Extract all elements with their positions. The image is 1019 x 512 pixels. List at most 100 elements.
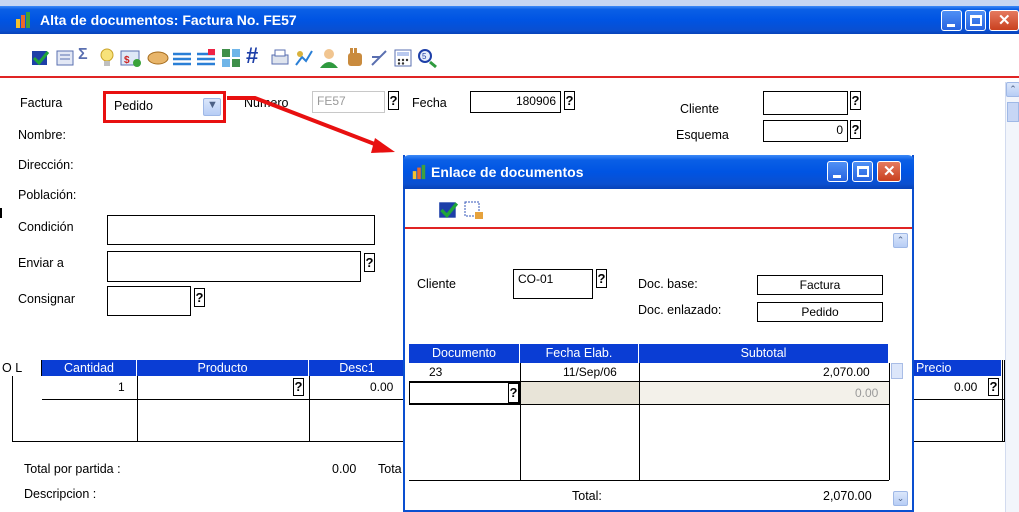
row1-cantidad[interactable]: 1 bbox=[118, 380, 125, 394]
col-header-fecha-elab[interactable]: Fecha Elab. bbox=[520, 344, 639, 363]
cliente-lookup-button[interactable]: ? bbox=[850, 91, 861, 110]
accept-icon[interactable] bbox=[437, 199, 459, 221]
doc-enlazado-label: Doc. enlazado: bbox=[638, 303, 722, 317]
grid-hline bbox=[42, 399, 406, 400]
user-icon[interactable] bbox=[318, 47, 340, 69]
minimize-button[interactable] bbox=[941, 10, 962, 31]
esquema-field[interactable]: 0 bbox=[763, 120, 848, 142]
esquema-lookup-button[interactable]: ? bbox=[850, 120, 861, 139]
calculator-icon[interactable] bbox=[393, 48, 413, 68]
row1-documento[interactable]: 23 bbox=[429, 365, 442, 379]
chart-icon[interactable] bbox=[294, 48, 314, 68]
row2-subtotal[interactable]: 0.00 bbox=[855, 386, 878, 400]
consignar-label: Consignar bbox=[18, 292, 75, 306]
minimize-icon bbox=[947, 24, 955, 27]
dialog-maximize-button[interactable] bbox=[852, 161, 873, 182]
main-scrollbar[interactable]: ⌃ bbox=[1005, 82, 1019, 512]
dialog-app-icon bbox=[412, 164, 426, 180]
poblacion-label: Población: bbox=[18, 188, 77, 202]
grid-icon[interactable] bbox=[221, 48, 241, 68]
maximize-button[interactable] bbox=[965, 10, 986, 31]
dropdown-button[interactable]: ▼ bbox=[203, 98, 221, 116]
row1-desc1[interactable]: 0.00 bbox=[370, 380, 393, 394]
col-header-cantidad[interactable]: Cantidad bbox=[42, 360, 137, 376]
doc-base-label: Doc. base: bbox=[638, 277, 698, 291]
dialog-close-button[interactable]: ✕ bbox=[877, 161, 901, 182]
sigma-icon[interactable]: Σ bbox=[78, 46, 88, 64]
row1-precio[interactable]: 0.00 bbox=[954, 380, 977, 394]
hash-icon[interactable]: # bbox=[246, 43, 258, 69]
row1-fecha[interactable]: 11/Sep/06 bbox=[563, 365, 617, 379]
scroll-up-button[interactable]: ⌃ bbox=[1006, 82, 1019, 97]
col-header-documento[interactable]: Documento bbox=[409, 344, 520, 363]
consignar-lookup-button[interactable]: ? bbox=[194, 288, 205, 307]
close-button[interactable]: ✕ bbox=[989, 10, 1019, 31]
factura-label: Factura bbox=[20, 96, 63, 110]
col-header-producto[interactable]: Producto bbox=[137, 360, 309, 376]
row-selector-icon[interactable] bbox=[891, 363, 903, 379]
fecha-field[interactable]: 180906 bbox=[470, 91, 561, 113]
consignar-field[interactable] bbox=[107, 286, 191, 316]
documento-lookup-button[interactable]: ? bbox=[508, 383, 519, 403]
dialog-titlebar[interactable]: Enlace de documentos ✕ bbox=[403, 155, 914, 189]
main-titlebar[interactable]: Alta de documentos: Factura No. FE57 ✕ bbox=[0, 6, 1019, 34]
new-row-fecha[interactable] bbox=[521, 382, 639, 404]
print-icon[interactable] bbox=[270, 48, 290, 68]
row1-subtotal[interactable]: 2,070.00 bbox=[823, 365, 870, 379]
grid-vline bbox=[309, 376, 310, 442]
app-icon bbox=[16, 12, 30, 28]
dialog-cliente-field[interactable]: CO-01 bbox=[513, 269, 593, 299]
fecha-lookup-button[interactable]: ? bbox=[564, 91, 575, 110]
hand-icon[interactable] bbox=[344, 47, 366, 69]
condicion-field[interactable] bbox=[107, 215, 375, 245]
main-title: Alta de documentos: Factura No. FE57 bbox=[40, 12, 297, 28]
enviar-lookup-button[interactable]: ? bbox=[364, 253, 375, 272]
col-header-ol[interactable]: O L bbox=[0, 360, 42, 376]
col-header-precio[interactable]: Precio bbox=[912, 360, 1002, 376]
select-doc-icon[interactable] bbox=[463, 199, 485, 221]
dialog-scroll-down-button[interactable]: ⌄ bbox=[893, 491, 908, 506]
minimize-icon bbox=[833, 175, 841, 178]
svg-text:5: 5 bbox=[422, 52, 427, 61]
table-hline bbox=[409, 480, 889, 481]
direccion-label: Dirección: bbox=[18, 158, 74, 172]
dialog-scroll-up-button[interactable]: ⌃ bbox=[893, 233, 908, 248]
dialog-minimize-button[interactable] bbox=[827, 161, 848, 182]
dialog-cliente-lookup-button[interactable]: ? bbox=[596, 269, 607, 288]
maximize-icon bbox=[857, 166, 869, 177]
cursor-icon[interactable] bbox=[369, 48, 389, 68]
report-icon[interactable] bbox=[55, 48, 75, 68]
nombre-label: Nombre: bbox=[18, 128, 66, 142]
money-icon[interactable]: $ bbox=[120, 48, 144, 68]
fecha-value: 180906 bbox=[515, 94, 556, 108]
search-icon[interactable]: 5 bbox=[416, 47, 438, 69]
total-label-partial: Tota bbox=[378, 462, 402, 476]
documents-table: Documento Fecha Elab. Subtotal 23 11/Sep… bbox=[409, 344, 903, 512]
handshake-icon[interactable] bbox=[147, 49, 169, 67]
doc-type-select[interactable]: Pedido ▼ bbox=[103, 91, 226, 123]
producto-lookup-button[interactable]: ? bbox=[293, 378, 304, 396]
annotation-arrow bbox=[227, 96, 395, 153]
link-documents-dialog: Enlace de documentos ✕ Cliente CO-01 ? D… bbox=[403, 155, 914, 512]
lines-icon[interactable] bbox=[172, 48, 192, 68]
dialog-toolbar-separator bbox=[405, 227, 912, 229]
dialog-cliente-label: Cliente bbox=[417, 277, 456, 291]
lines-red-icon[interactable] bbox=[196, 48, 216, 68]
bulb-icon[interactable] bbox=[98, 47, 116, 69]
precio-lookup-button[interactable]: ? bbox=[988, 378, 999, 396]
svg-text:$: $ bbox=[124, 55, 130, 66]
dialog-cliente-value: CO-01 bbox=[518, 272, 554, 286]
col-header-desc1[interactable]: Desc1 bbox=[309, 360, 406, 376]
total-partida-label: Total por partida : bbox=[24, 462, 121, 476]
save-icon[interactable] bbox=[30, 48, 50, 68]
scroll-thumb[interactable] bbox=[1007, 102, 1019, 122]
close-icon: ✕ bbox=[883, 163, 896, 180]
col-header-subtotal[interactable]: Subtotal bbox=[639, 344, 889, 363]
new-row-documento[interactable] bbox=[409, 382, 520, 404]
enviar-field[interactable] bbox=[107, 251, 361, 282]
new-row-subtotal-cell[interactable] bbox=[640, 382, 889, 404]
cliente-label: Cliente bbox=[680, 102, 719, 116]
cliente-field[interactable] bbox=[763, 91, 848, 115]
dialog-total-label: Total: bbox=[572, 489, 602, 503]
table-vline bbox=[889, 363, 890, 480]
